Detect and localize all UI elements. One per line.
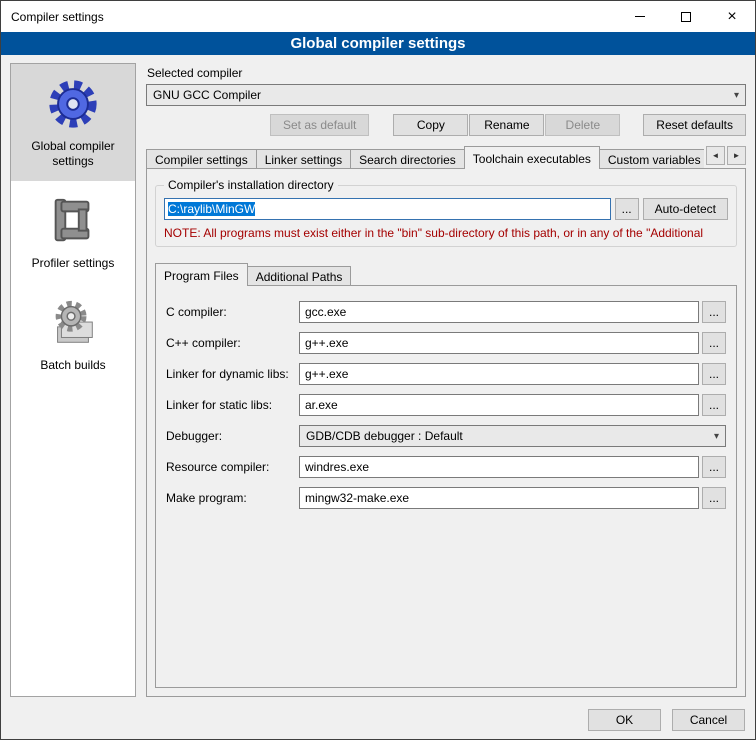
- tab-search-directories[interactable]: Search directories: [350, 149, 465, 169]
- compiler-tabs: Compiler settings Linker settings Search…: [146, 146, 704, 169]
- installation-directory-input[interactable]: C:\raylib\MinGW: [164, 198, 611, 220]
- resource-compiler-row: Resource compiler: ...: [166, 456, 726, 478]
- copy-button[interactable]: Copy: [393, 114, 468, 136]
- ok-button[interactable]: OK: [588, 709, 661, 731]
- program-files-panel: C compiler: ... C++ compiler: ... Linker…: [155, 285, 737, 688]
- cpp-compiler-label: C++ compiler:: [166, 336, 299, 350]
- debugger-value: GDB/CDB debugger : Default: [306, 429, 708, 443]
- debugger-row: Debugger: GDB/CDB debugger : Default ▾: [166, 425, 726, 447]
- reset-defaults-button[interactable]: Reset defaults: [643, 114, 746, 136]
- static-linker-label: Linker for static libs:: [166, 398, 299, 412]
- cpp-compiler-input[interactable]: [299, 332, 699, 354]
- c-compiler-browse-button[interactable]: ...: [702, 301, 726, 323]
- c-compiler-label: C compiler:: [166, 305, 299, 319]
- toolchain-executables-panel: Compiler's installation directory C:\ray…: [146, 168, 746, 697]
- delete-button: Delete: [545, 114, 620, 136]
- tab-custom-variables[interactable]: Custom variables: [599, 149, 704, 169]
- close-icon: ×: [727, 9, 736, 25]
- maximize-button[interactable]: [663, 1, 709, 32]
- arrow-right-icon: ►: [733, 151, 741, 160]
- tab-additional-paths[interactable]: Additional Paths: [247, 266, 352, 286]
- sidebar-item-label: Profiler settings: [32, 256, 115, 271]
- titlebar[interactable]: Compiler settings ×: [1, 1, 755, 32]
- close-button[interactable]: ×: [709, 1, 755, 32]
- make-program-row: Make program: ...: [166, 487, 726, 509]
- dynamic-linker-input[interactable]: [299, 363, 699, 385]
- chevron-down-icon: ▾: [734, 90, 739, 101]
- arrow-left-icon: ◄: [712, 151, 720, 160]
- maximize-icon: [681, 12, 691, 22]
- window-controls: ×: [617, 1, 755, 32]
- dynamic-linker-browse-button[interactable]: ...: [702, 363, 726, 385]
- tab-compiler-settings[interactable]: Compiler settings: [146, 149, 257, 169]
- program-files-tabs: Program Files Additional Paths: [155, 263, 737, 286]
- tab-toolchain-executables[interactable]: Toolchain executables: [464, 146, 600, 169]
- static-linker-browse-button[interactable]: ...: [702, 394, 726, 416]
- sidebar-item-global-compiler-settings[interactable]: Global compiler settings: [11, 64, 135, 181]
- tab-scroll-right-button[interactable]: ►: [727, 146, 746, 165]
- static-linker-row: Linker for static libs: ...: [166, 394, 726, 416]
- batch-builds-gear-icon: [46, 296, 100, 350]
- dynamic-linker-row: Linker for dynamic libs: ...: [166, 363, 726, 385]
- c-compiler-input[interactable]: [299, 301, 699, 323]
- selected-compiler-dropdown[interactable]: GNU GCC Compiler ▾: [146, 84, 746, 106]
- resource-compiler-browse-button[interactable]: ...: [702, 456, 726, 478]
- dynamic-linker-label: Linker for dynamic libs:: [166, 367, 299, 381]
- c-compiler-row: C compiler: ...: [166, 301, 726, 323]
- resource-compiler-input[interactable]: [299, 456, 699, 478]
- rename-button[interactable]: Rename: [469, 114, 544, 136]
- make-program-browse-button[interactable]: ...: [702, 487, 726, 509]
- tab-scroll-controls: ◄ ►: [706, 146, 746, 165]
- installation-directory-row: C:\raylib\MinGW ... Auto-detect: [164, 198, 728, 220]
- compiler-settings-dialog: Compiler settings × Global compiler sett…: [0, 0, 756, 740]
- compiler-tab-strip: Compiler settings Linker settings Search…: [146, 146, 746, 169]
- dialog-header-title: Global compiler settings: [290, 35, 465, 52]
- selected-compiler-label: Selected compiler: [147, 66, 746, 80]
- minimize-icon: [635, 16, 645, 17]
- dialog-body: Global compiler settings Profiler settin…: [1, 55, 755, 701]
- dialog-header: Global compiler settings: [1, 32, 755, 55]
- installation-directory-group: Compiler's installation directory C:\ray…: [155, 185, 737, 247]
- compiler-gear-icon: [46, 77, 100, 131]
- minimize-button[interactable]: [617, 1, 663, 32]
- debugger-dropdown[interactable]: GDB/CDB debugger : Default ▾: [299, 425, 726, 447]
- settings-sidebar: Global compiler settings Profiler settin…: [10, 63, 136, 697]
- window-title: Compiler settings: [1, 10, 104, 24]
- cpp-compiler-row: C++ compiler: ...: [166, 332, 726, 354]
- chevron-down-icon: ▾: [714, 431, 719, 442]
- debugger-label: Debugger:: [166, 429, 299, 443]
- installation-directory-value: C:\raylib\MinGW: [168, 202, 255, 216]
- sidebar-item-profiler-settings[interactable]: Profiler settings: [11, 181, 135, 283]
- autodetect-button[interactable]: Auto-detect: [643, 198, 728, 220]
- installation-directory-group-label: Compiler's installation directory: [164, 178, 338, 192]
- selected-compiler-value: GNU GCC Compiler: [153, 88, 728, 102]
- program-files-tab-strip: Program Files Additional Paths: [155, 263, 737, 286]
- set-as-default-button: Set as default: [270, 114, 369, 136]
- resource-compiler-label: Resource compiler:: [166, 460, 299, 474]
- tab-linker-settings[interactable]: Linker settings: [256, 149, 351, 169]
- profiler-tool-icon: [46, 194, 100, 248]
- make-program-input[interactable]: [299, 487, 699, 509]
- tab-program-files[interactable]: Program Files: [155, 263, 248, 286]
- sidebar-item-label: Batch builds: [40, 358, 105, 373]
- sidebar-item-label: Global compiler settings: [15, 139, 131, 169]
- static-linker-input[interactable]: [299, 394, 699, 416]
- installation-directory-browse-button[interactable]: ...: [615, 198, 639, 220]
- tab-scroll-left-button[interactable]: ◄: [706, 146, 725, 165]
- cancel-button[interactable]: Cancel: [672, 709, 745, 731]
- dialog-footer: OK Cancel: [1, 701, 755, 739]
- programs-location-note: NOTE: All programs must exist either in …: [164, 226, 728, 240]
- main-content: Selected compiler GNU GCC Compiler ▾ Set…: [146, 63, 746, 697]
- sidebar-item-batch-builds[interactable]: Batch builds: [11, 283, 135, 385]
- make-program-label: Make program:: [166, 491, 299, 505]
- cpp-compiler-browse-button[interactable]: ...: [702, 332, 726, 354]
- compiler-actions: Set as default Copy Rename Delete Reset …: [146, 114, 746, 136]
